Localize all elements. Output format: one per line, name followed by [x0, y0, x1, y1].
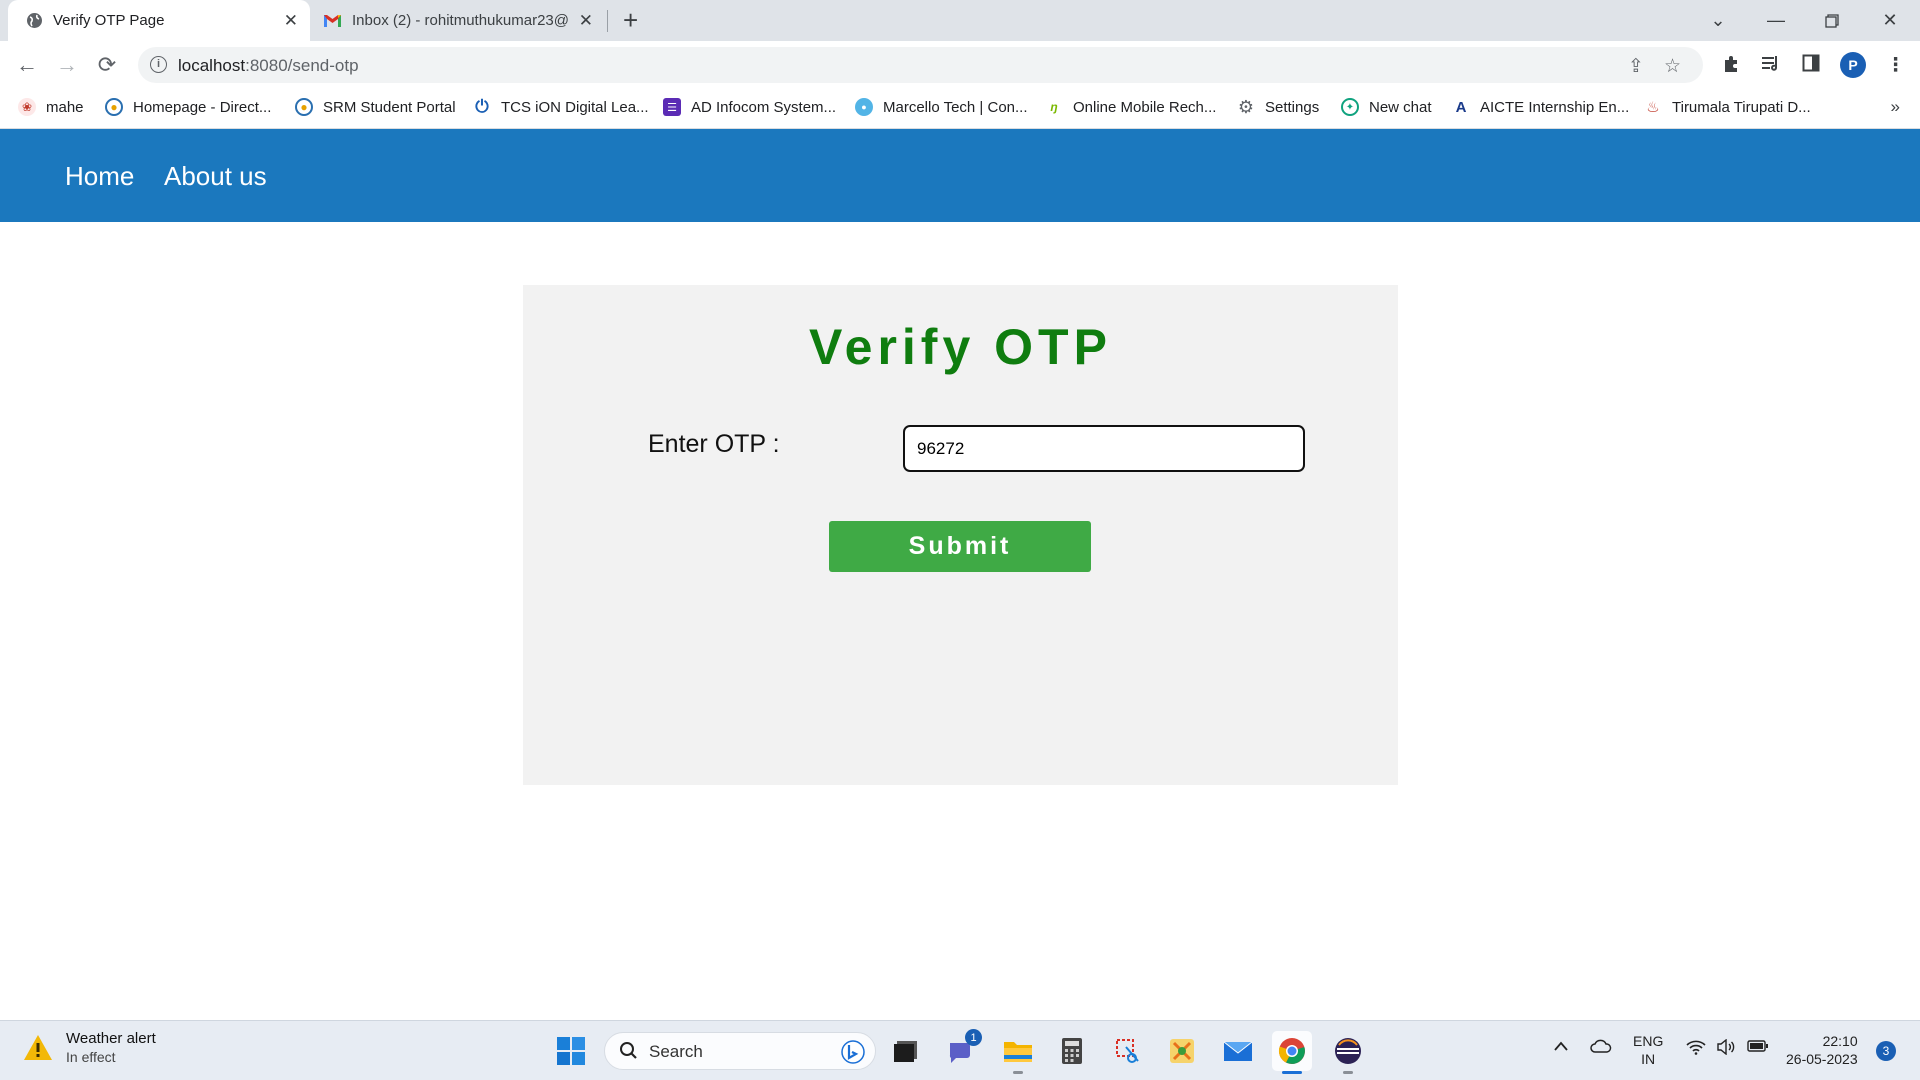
menu-kebab-icon[interactable]: ⋮ [1886, 54, 1905, 77]
site-logo-icon: ● [105, 98, 123, 116]
restore-icon[interactable] [1804, 0, 1860, 41]
profile-avatar[interactable]: P [1840, 52, 1866, 78]
chevron-double-right-icon[interactable]: » [1891, 97, 1900, 117]
search-label: Search [649, 1042, 703, 1061]
bookmark-tcs-ion[interactable]: ⏻ TCS iON Digital Lea... [473, 97, 648, 116]
otp-label: Enter OTP : [648, 430, 780, 458]
tab-search-icon[interactable]: ⌄ [1690, 0, 1746, 41]
recharge-logo-icon: ŋ [1050, 100, 1058, 114]
bookmark-mobile-recharge[interactable]: ŋ Online Mobile Rech... [1045, 98, 1216, 116]
onedrive-cloud-icon[interactable] [1590, 1039, 1612, 1058]
teams-chat-icon[interactable]: 1 [942, 1029, 982, 1071]
site-logo-icon: ● [855, 98, 873, 116]
weather-alert-icon [24, 1034, 52, 1060]
weather-title: Weather alert [66, 1030, 156, 1047]
reload-icon[interactable]: ⟳ [93, 51, 121, 79]
bookmark-homepage[interactable]: ● Homepage - Direct... [105, 98, 271, 116]
notification-badge[interactable]: 3 [1876, 1041, 1896, 1061]
snipping-tool-icon[interactable] [1108, 1031, 1148, 1071]
running-indicator [1013, 1071, 1023, 1074]
file-explorer-icon[interactable] [998, 1031, 1038, 1074]
close-icon[interactable]: ✕ [579, 11, 593, 31]
task-view-icon[interactable] [886, 1031, 926, 1071]
bookmarks-bar: ❀ mahe ● Homepage - Direct... ● SRM Stud… [0, 89, 1920, 129]
side-panel-icon[interactable] [1802, 54, 1820, 78]
wifi-icon[interactable] [1686, 1039, 1706, 1060]
address-bar[interactable]: i localhost:8080/send-otp ⇪ ☆ [138, 47, 1703, 83]
search-icon [619, 1041, 638, 1066]
taskbar-search[interactable]: Search [604, 1032, 876, 1070]
forward-icon[interactable]: → [53, 51, 81, 79]
aicte-logo-icon: A [1455, 98, 1467, 116]
language-indicator[interactable]: ENG IN [1633, 1032, 1663, 1068]
temple-logo-icon: ♨ [1646, 99, 1660, 116]
url-text[interactable]: localhost:8080/send-otp [178, 56, 359, 76]
battery-icon[interactable] [1747, 1039, 1769, 1058]
info-icon[interactable]: i [150, 56, 167, 73]
os-taskbar: Weather alert In effect Search 1 ENG IN … [0, 1020, 1920, 1080]
running-indicator [1343, 1071, 1353, 1074]
nav-link-about-us[interactable]: About us [164, 161, 267, 192]
globe-icon [27, 13, 42, 28]
mahe-logo-icon: ❀ [18, 98, 36, 116]
page-title: Verify OTP [809, 319, 1112, 375]
site-logo-icon: ● [295, 98, 313, 116]
nav-link-home[interactable]: Home [65, 161, 134, 192]
bookmark-ad-infocom[interactable]: ☰ AD Infocom System... [663, 98, 836, 116]
reading-list-icon[interactable] [1761, 54, 1781, 78]
site-navbar: Home About us [0, 129, 1920, 222]
app-tool-icon[interactable] [1162, 1031, 1202, 1071]
new-tab-icon[interactable]: + [623, 5, 638, 36]
close-icon[interactable]: ✕ [284, 11, 298, 31]
tab-inbox[interactable]: Inbox (2) - rohitmuthukumar23@ ✕ [320, 0, 605, 41]
power-icon: ⏻ [475, 97, 489, 116]
chrome-icon[interactable] [1272, 1031, 1312, 1074]
submit-button[interactable]: Submit [829, 521, 1091, 572]
weather-widget[interactable]: Weather alert In effect [22, 1030, 156, 1065]
tab-separator [607, 10, 608, 32]
extensions-icon[interactable] [1722, 54, 1741, 79]
tab-verify-otp[interactable]: Verify OTP Page ✕ [8, 0, 310, 41]
close-window-icon[interactable]: ✕ [1862, 0, 1918, 41]
tab-title: Verify OTP Page [53, 12, 165, 29]
back-icon[interactable]: ← [13, 51, 41, 79]
chevron-up-icon[interactable] [1553, 1039, 1569, 1057]
list-icon: ☰ [663, 98, 681, 116]
windows-start-icon[interactable] [551, 1031, 591, 1071]
gmail-icon [324, 15, 341, 27]
volume-icon[interactable] [1716, 1038, 1736, 1060]
bookmark-settings[interactable]: ⚙ Settings [1237, 96, 1319, 117]
gear-icon: ⚙ [1237, 96, 1255, 117]
weather-subtitle: In effect [66, 1049, 116, 1065]
tab-title: Inbox (2) - rohitmuthukumar23@ [352, 12, 569, 29]
bookmark-mahe[interactable]: ❀ mahe [18, 98, 84, 116]
browser-tab-strip: Verify OTP Page ✕ Inbox (2) - rohitmuthu… [0, 0, 1920, 41]
mail-icon[interactable] [1218, 1031, 1258, 1071]
minimize-icon[interactable]: — [1748, 0, 1804, 41]
share-icon[interactable]: ⇪ [1628, 55, 1644, 78]
browser-toolbar: ← → ⟳ i localhost:8080/send-otp ⇪ ☆ P ⋮ [0, 41, 1920, 89]
system-clock[interactable]: 22:10 26-05-2023 [1786, 1032, 1858, 1068]
bookmark-srm[interactable]: ● SRM Student Portal [295, 98, 456, 116]
calculator-icon[interactable] [1052, 1031, 1092, 1071]
bookmark-tirumala[interactable]: ♨ Tirumala Tirupati D... [1644, 98, 1810, 117]
eclipse-icon[interactable] [1328, 1031, 1368, 1074]
otp-form-card: Verify OTP Enter OTP : Submit [523, 285, 1398, 785]
bookmark-new-chat[interactable]: ✦ New chat [1341, 98, 1432, 116]
running-indicator [1282, 1071, 1302, 1074]
bookmark-star-icon[interactable]: ☆ [1664, 55, 1681, 78]
bookmark-aicte[interactable]: A AICTE Internship En... [1452, 98, 1630, 116]
chatgpt-icon: ✦ [1341, 98, 1359, 116]
otp-input[interactable] [903, 425, 1305, 472]
bookmark-marcello[interactable]: ● Marcello Tech | Con... [855, 98, 1028, 116]
chat-badge: 1 [965, 1029, 982, 1046]
bing-icon[interactable] [841, 1040, 865, 1069]
